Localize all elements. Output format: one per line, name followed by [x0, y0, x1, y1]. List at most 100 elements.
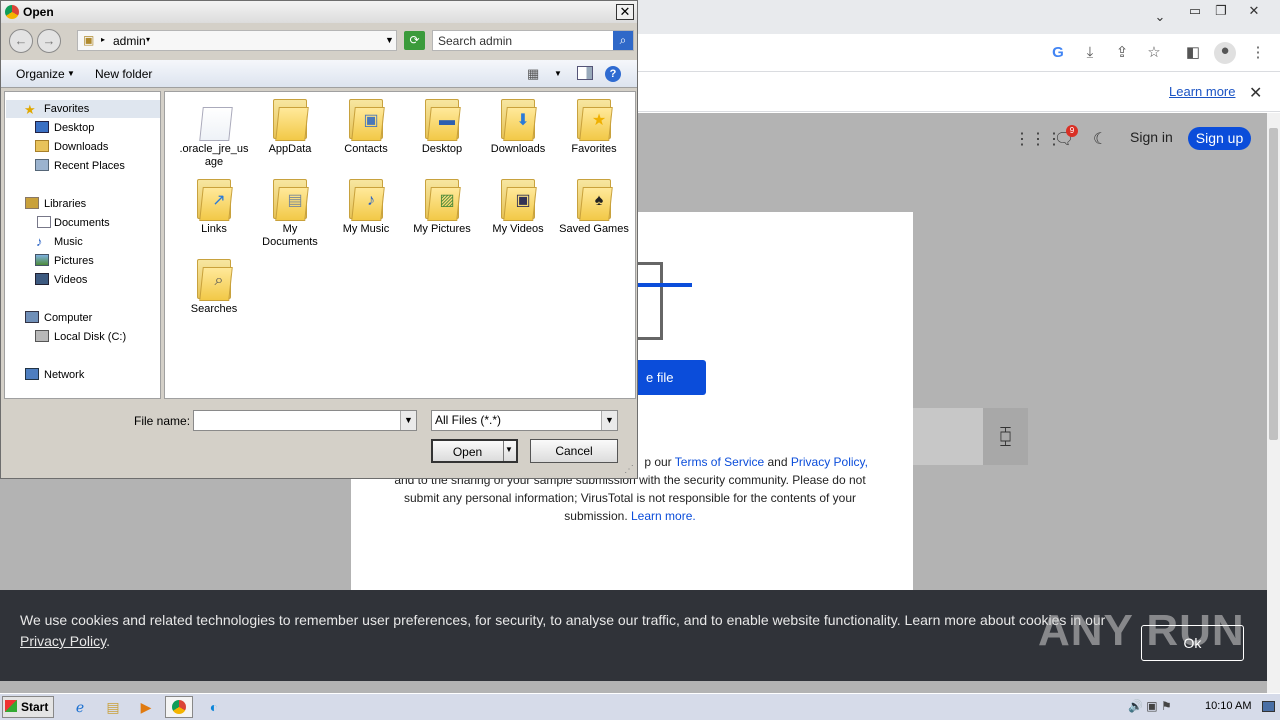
favorites-folder-icon: ★	[575, 97, 613, 141]
address-admin[interactable]: admin	[113, 34, 146, 48]
side-panel-icon[interactable]: ◧	[1184, 44, 1202, 62]
tab-search-icon[interactable]: ⌄	[1150, 10, 1170, 24]
favorites-star-icon: ★	[24, 102, 36, 117]
nav-local-disk[interactable]: Local Disk (C:)	[54, 331, 126, 343]
terms-of-service-link[interactable]: Terms of Service	[675, 455, 764, 469]
address-history-dropdown-icon[interactable]: ▼	[385, 35, 394, 45]
bookmark-star-icon[interactable]: ☆	[1145, 44, 1163, 62]
file-item[interactable]: .oracle_jre_usage	[179, 97, 249, 169]
file-item[interactable]: ⬇ Downloads	[483, 97, 553, 156]
open-button-label: Open	[452, 445, 483, 459]
view-options-icon[interactable]: ▦	[527, 66, 539, 82]
chrome-taskbar-icon[interactable]	[165, 696, 193, 718]
share-icon[interactable]: ⇪	[1113, 44, 1131, 62]
file-item[interactable]: ⌕ Searches	[179, 257, 249, 316]
nav-videos[interactable]: Videos	[54, 274, 87, 286]
dialog-title: Open	[23, 5, 54, 19]
searches-folder-icon: ⌕	[195, 257, 233, 301]
file-item[interactable]: ★ Favorites	[559, 97, 629, 156]
preview-pane-icon[interactable]	[577, 66, 593, 80]
resize-grip-icon[interactable]: ⋰	[624, 464, 636, 476]
explorer-icon[interactable]: ▤	[99, 696, 127, 718]
restore-icon[interactable]: ❐	[1211, 4, 1231, 18]
scrollbar-thumb[interactable]	[1269, 128, 1278, 440]
terms-and: and	[764, 455, 791, 469]
cancel-button[interactable]: Cancel	[530, 439, 618, 463]
upload-underline	[636, 283, 692, 287]
file-item[interactable]: ▤ My Documents	[255, 177, 325, 249]
breadcrumb-chevron-icon[interactable]: ▸	[101, 35, 105, 44]
privacy-policy-link[interactable]: Privacy Policy,	[791, 455, 868, 469]
breadcrumb-dropdown-icon[interactable]: ▾	[146, 35, 150, 44]
system-tray-icons[interactable]: 🔊 ▣ ⚑	[1128, 699, 1172, 713]
refresh-icon[interactable]: ⟳	[404, 31, 425, 50]
view-dropdown-icon[interactable]: ▼	[554, 69, 562, 78]
search-field-fragment[interactable]	[913, 408, 983, 465]
new-folder-button[interactable]: New folder	[95, 67, 152, 81]
nav-recent-places[interactable]: Recent Places	[54, 160, 125, 172]
file-item[interactable]: ▣ Contacts	[331, 97, 401, 156]
search-barcode-icon[interactable]: ⧮	[983, 408, 1028, 465]
nav-documents[interactable]: Documents	[54, 217, 110, 229]
infobar-close-icon[interactable]: ✕	[1249, 83, 1262, 103]
videos-folder-icon: ▣	[499, 177, 537, 221]
organize-dropdown-icon[interactable]: ▼	[67, 69, 75, 78]
file-item[interactable]: AppData	[255, 97, 325, 156]
back-arrow-icon[interactable]: ←	[9, 29, 33, 53]
contacts-folder-icon: ▣	[347, 97, 385, 141]
file-type-select[interactable]: All Files (*.*)	[431, 410, 618, 431]
profile-avatar-icon[interactable]: ●	[1214, 42, 1236, 64]
music-icon: ♪	[36, 234, 43, 249]
taskbar-clock[interactable]: 10:10 AM	[1205, 700, 1251, 712]
dialog-titlebar[interactable]	[1, 1, 637, 23]
nav-downloads[interactable]: Downloads	[54, 141, 108, 153]
folder-icon	[271, 97, 309, 141]
file-item-label: Desktop	[421, 143, 463, 155]
google-lens-icon[interactable]: G	[1049, 44, 1067, 62]
nav-computer[interactable]: Computer	[44, 312, 92, 324]
file-item[interactable]: ♪ My Music	[331, 177, 401, 236]
file-item[interactable]: ▨ My Pictures	[407, 177, 477, 236]
pictures-folder-icon: ▨	[423, 177, 461, 221]
nav-music[interactable]: Music	[54, 236, 83, 248]
media-player-icon[interactable]: ▶	[132, 696, 160, 718]
edge-icon[interactable]: ◐	[200, 696, 228, 718]
desktop-icon	[35, 121, 49, 133]
sign-in-link[interactable]: Sign in	[1130, 129, 1173, 145]
nav-pictures[interactable]: Pictures	[54, 255, 94, 267]
dialog-close-icon[interactable]: ✕	[616, 4, 634, 20]
menu-kebab-icon[interactable]: ⋮	[1249, 44, 1267, 62]
nav-desktop[interactable]: Desktop	[54, 122, 94, 134]
install-icon[interactable]: ⤓	[1081, 44, 1099, 62]
help-icon[interactable]: ?	[605, 66, 621, 82]
organize-menu[interactable]: Organize	[16, 67, 65, 81]
ie-icon[interactable]: ℯ	[66, 696, 94, 718]
nav-favorites[interactable]: Favorites	[44, 103, 89, 115]
cookie-privacy-link[interactable]: Privacy Policy	[20, 633, 106, 649]
sign-up-button[interactable]: Sign up	[1188, 127, 1251, 150]
forward-arrow-icon[interactable]: →	[37, 29, 61, 53]
dark-mode-icon[interactable]: ☾	[1093, 129, 1107, 149]
infobar-learn-more-link[interactable]: Learn more	[1169, 84, 1235, 99]
window-close-icon[interactable]: ✕	[1244, 4, 1264, 18]
minimize-icon[interactable]: ▭	[1185, 4, 1205, 18]
terms-body: and to the sharing of your sample submis…	[394, 473, 866, 523]
downloads-folder-icon: ⬇	[499, 97, 537, 141]
nav-network[interactable]: Network	[44, 369, 84, 381]
file-item[interactable]: ▣ My Videos	[483, 177, 553, 236]
modal-learn-more-link[interactable]: Learn more.	[631, 509, 696, 523]
open-dropdown-icon[interactable]: ▼	[505, 445, 513, 454]
file-item-label: Saved Games	[559, 223, 629, 235]
file-item[interactable]: ▬ Desktop	[407, 97, 477, 156]
file-item[interactable]: ♠ Saved Games	[559, 177, 629, 236]
file-name-input[interactable]	[193, 410, 417, 431]
search-icon[interactable]: ⌕	[613, 31, 633, 50]
cookie-ok-button[interactable]: Ok	[1141, 625, 1244, 661]
show-desktop-icon[interactable]	[1262, 701, 1275, 712]
file-item-label: Downloads	[490, 143, 546, 155]
folder-icon	[195, 97, 233, 141]
nav-libraries[interactable]: Libraries	[44, 198, 86, 210]
file-name-dropdown-icon[interactable]: ▼	[400, 411, 416, 430]
file-item[interactable]: ↗ Links	[179, 177, 249, 236]
file-type-dropdown-icon[interactable]: ▼	[601, 411, 617, 430]
